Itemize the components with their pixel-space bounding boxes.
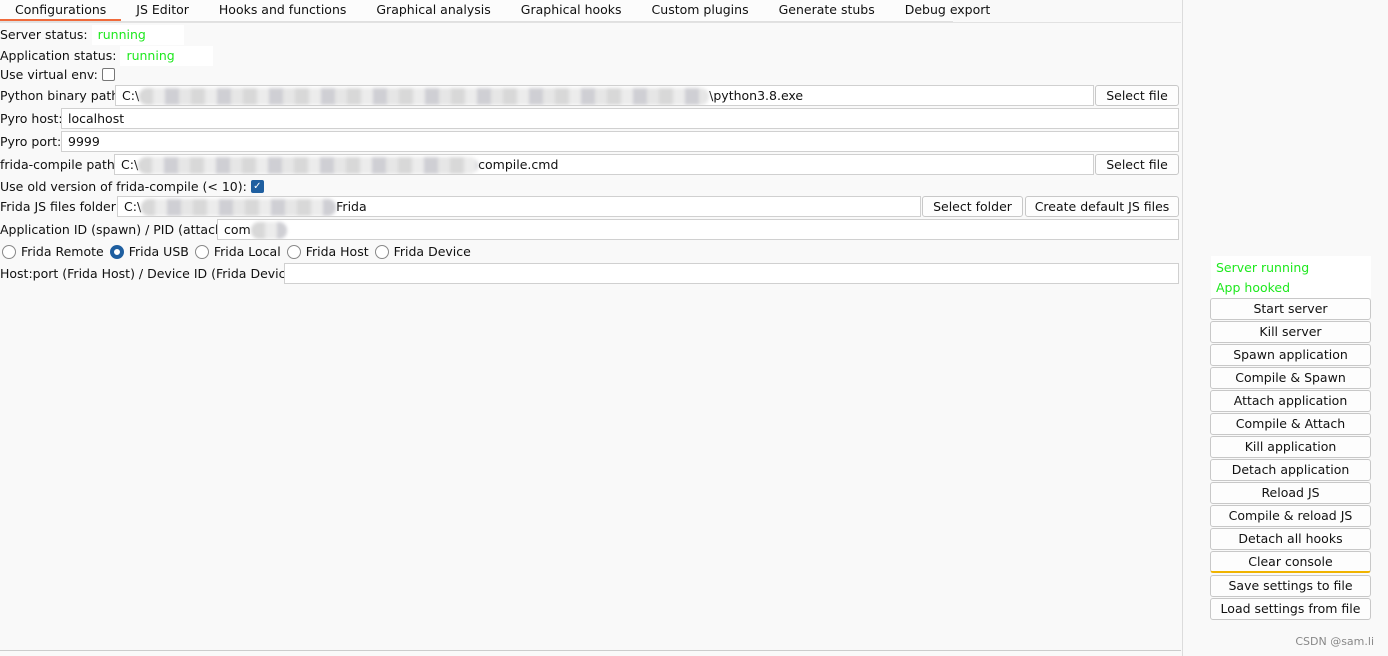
spawn-application-button[interactable]: Spawn application: [1210, 344, 1371, 366]
select-folder-button[interactable]: Select folder: [922, 196, 1023, 217]
venv-label: Use virtual env:: [0, 67, 98, 82]
tab-debug-export[interactable]: Debug export: [890, 0, 1006, 21]
python-path-input[interactable]: C:\ \python3.8.exe: [115, 85, 1094, 106]
radio-label: Frida Host: [305, 244, 369, 259]
radio-frida-local[interactable]: [194, 244, 209, 259]
save-settings-to-file-button[interactable]: Save settings to file: [1210, 575, 1371, 597]
tab-graphical-analysis[interactable]: Graphical analysis: [361, 0, 505, 21]
path-suffix: Frida: [336, 199, 367, 214]
splitter[interactable]: [0, 650, 1181, 651]
compile-reload-js-button[interactable]: Compile & reload JS: [1210, 505, 1371, 527]
kill-application-button[interactable]: Kill application: [1210, 436, 1371, 458]
path-suffix: compile.cmd: [478, 157, 559, 172]
python-path-label: Python binary path:: [0, 88, 124, 103]
watermark: CSDN @sam.li: [1295, 635, 1374, 648]
app-status-value: running: [120, 45, 213, 66]
pyro-port-input[interactable]: 9999: [61, 131, 1179, 152]
python-select-file-button[interactable]: Select file: [1095, 85, 1179, 106]
redacted-blur: [141, 199, 337, 216]
tab-hooks-and-functions[interactable]: Hooks and functions: [204, 0, 361, 21]
kill-server-button[interactable]: Kill server: [1210, 321, 1371, 343]
detach-all-hooks-button[interactable]: Detach all hooks: [1210, 528, 1371, 550]
frida-compile-select-file-button[interactable]: Select file: [1095, 154, 1179, 175]
app-id-label: Application ID (spawn) / PID (attach):: [0, 222, 232, 237]
radio-frida-remote[interactable]: [2, 244, 16, 259]
radio-frida-device[interactable]: [374, 244, 389, 259]
main-panel: Configurations JS Editor Hooks and funct…: [0, 0, 1181, 656]
frida-compile-input[interactable]: C:\ compile.cmd: [114, 154, 1094, 175]
server-status-label: Server status:: [0, 27, 88, 42]
detach-application-button[interactable]: Detach application: [1210, 459, 1371, 481]
path-prefix: C:\: [121, 157, 139, 172]
pyro-host-input[interactable]: localhost: [61, 108, 1179, 129]
tab-js-editor[interactable]: JS Editor: [121, 0, 204, 21]
app-id-input[interactable]: com: [217, 219, 1179, 240]
radio-frida-usb[interactable]: [109, 244, 124, 259]
venv-checkbox[interactable]: [101, 68, 115, 81]
server-running-status: Server running: [1216, 260, 1310, 275]
status-box: Server running App hooked: [1211, 256, 1371, 298]
start-server-button[interactable]: Start server: [1210, 298, 1371, 320]
clear-console-button[interactable]: Clear console: [1210, 551, 1371, 573]
redacted-blur: [138, 157, 479, 174]
pyro-host-label: Pyro host:: [0, 111, 63, 126]
path-suffix: \python3.8.exe: [709, 88, 804, 103]
compile-attach-button[interactable]: Compile & Attach: [1210, 413, 1371, 435]
radio-label: Frida Local: [213, 244, 281, 259]
old-version-label: Use old version of frida-compile (< 10):: [0, 179, 247, 194]
side-panel: Server running App hooked Start server Ki…: [1182, 0, 1388, 656]
radio-label: Frida Remote: [21, 244, 104, 259]
pyro-port-label: Pyro port:: [0, 134, 62, 149]
path-prefix: C:\: [124, 199, 142, 214]
server-status-value: running: [91, 24, 184, 45]
tab-custom-plugins[interactable]: Custom plugins: [637, 0, 764, 21]
redacted-blur: [139, 88, 710, 105]
tab-configurations[interactable]: Configurations: [0, 0, 122, 21]
compile-spawn-button[interactable]: Compile & Spawn: [1210, 367, 1371, 389]
radio-label: Frida USB: [128, 244, 189, 259]
app-id-prefix: com: [224, 222, 251, 237]
js-folder-input[interactable]: C:\ Frida: [117, 196, 921, 217]
hostport-input[interactable]: [284, 263, 1179, 284]
app-status-label: Application status:: [0, 48, 117, 63]
radio-frida-host[interactable]: [286, 244, 301, 259]
js-folder-label: Frida JS files folder:: [0, 199, 120, 214]
frida-compile-label: frida-compile path:: [0, 157, 119, 172]
tab-graphical-hooks[interactable]: Graphical hooks: [506, 0, 637, 21]
radio-label: Frida Device: [393, 244, 471, 259]
redacted-blur: [250, 222, 287, 239]
divider: [0, 22, 1181, 23]
tab-bar: Configurations JS Editor Hooks and funct…: [0, 0, 990, 22]
path-prefix: C:\: [122, 88, 140, 103]
reload-js-button[interactable]: Reload JS: [1210, 482, 1371, 504]
load-settings-from-file-button[interactable]: Load settings from file: [1210, 598, 1371, 620]
old-version-checkbox[interactable]: ✓: [250, 180, 264, 193]
app-hooked-status: App hooked: [1216, 280, 1291, 295]
tab-generate-stubs[interactable]: Generate stubs: [764, 0, 890, 21]
hostport-label: Host:port (Frida Host) / Device ID (Frid…: [0, 266, 303, 281]
create-default-js-button[interactable]: Create default JS files: [1025, 196, 1179, 217]
attach-application-button[interactable]: Attach application: [1210, 390, 1371, 412]
